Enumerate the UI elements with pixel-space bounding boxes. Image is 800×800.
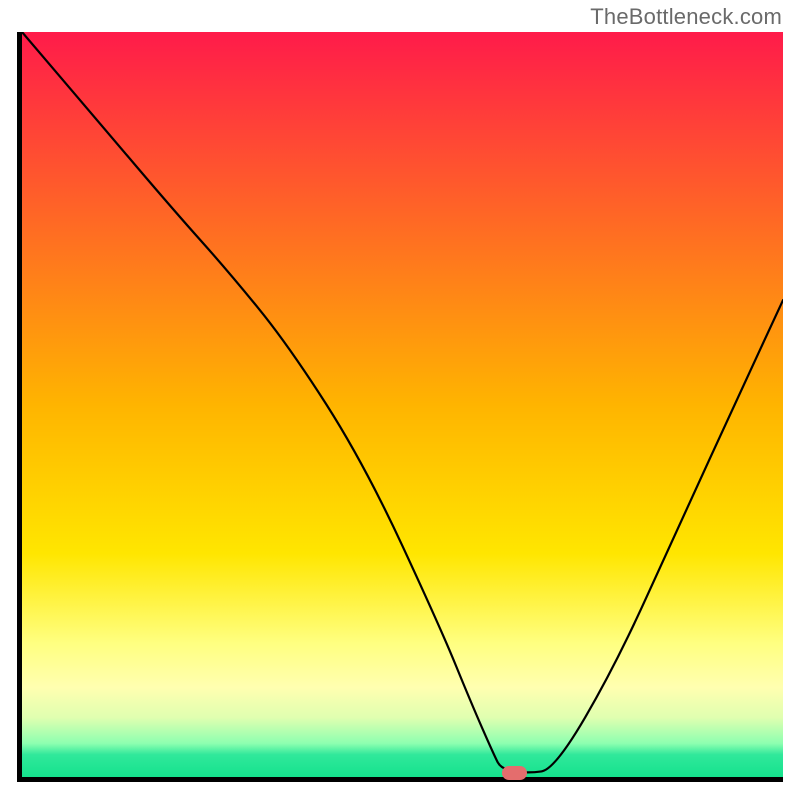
chart-plot-area: [17, 32, 783, 782]
watermark-text: TheBottleneck.com: [590, 4, 782, 30]
chart-svg: [17, 32, 783, 782]
chart-container: TheBottleneck.com: [0, 0, 800, 800]
chart-gradient-background: [22, 32, 783, 777]
optimum-marker: [502, 766, 527, 780]
